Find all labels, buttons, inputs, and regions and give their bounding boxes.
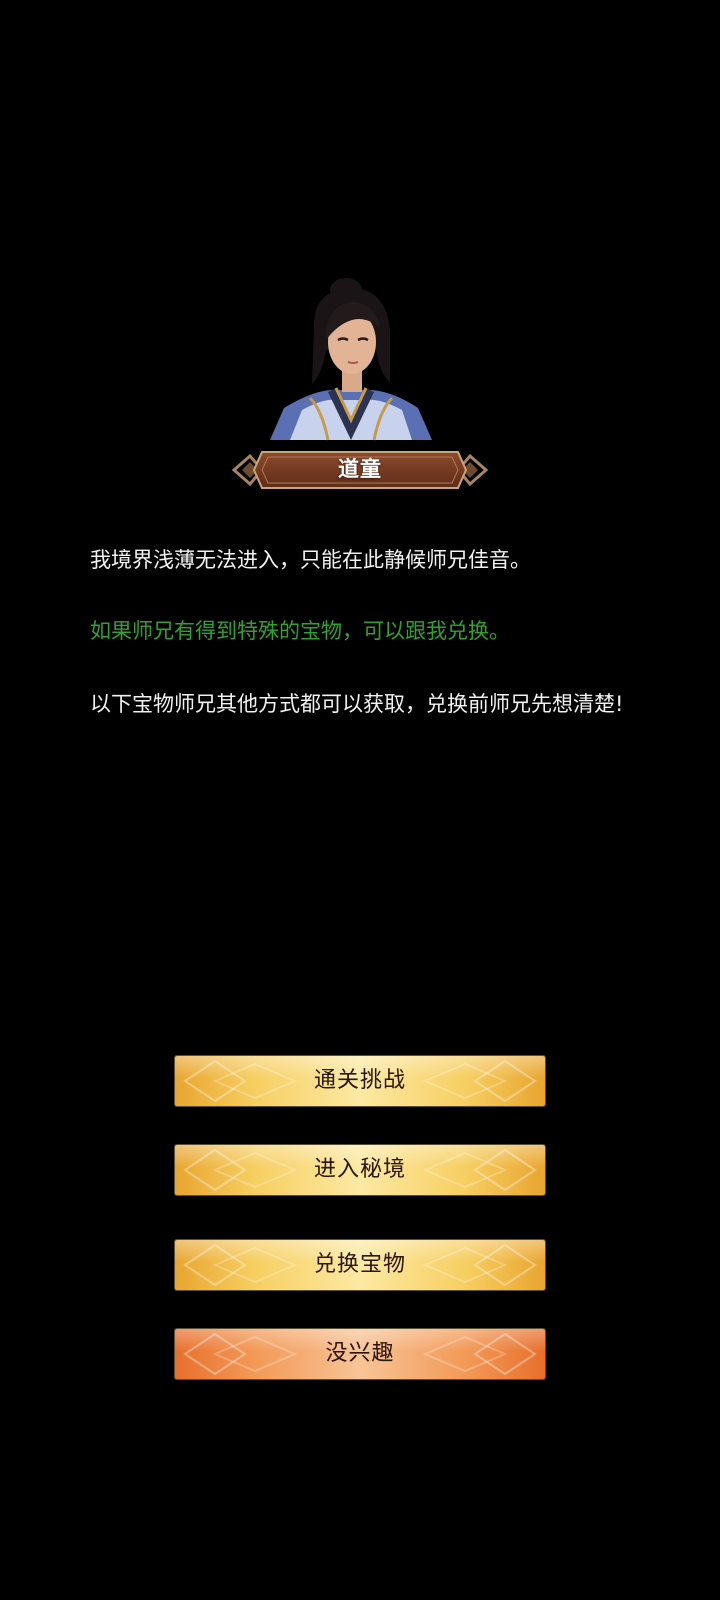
option-button-challenge[interactable]: 通关挑战 xyxy=(175,1056,545,1106)
option-button-enter-realm[interactable]: 进入秘境 xyxy=(175,1145,545,1195)
npc-portrait xyxy=(262,270,440,450)
option-button-not-interested[interactable]: 没兴趣 xyxy=(175,1329,545,1379)
option-button-exchange-treasure[interactable]: 兑换宝物 xyxy=(175,1240,545,1290)
dialogue-line-3: 以下宝物师兄其他方式都可以获取，兑换前师兄先想清楚! xyxy=(90,692,624,716)
young-taoist-portrait-icon xyxy=(270,278,432,441)
dialogue-line-1: 我境界浅薄无法进入，只能在此静候师兄佳音。 xyxy=(90,548,531,572)
option-label: 没兴趣 xyxy=(325,1341,395,1366)
option-label: 兑换宝物 xyxy=(313,1252,406,1277)
option-label: 进入秘境 xyxy=(313,1157,406,1182)
npc-nameplate: 道童 xyxy=(232,444,488,496)
dialogue-line-2-highlight: 如果师兄有得到特殊的宝物，可以跟我兑换。 xyxy=(90,619,510,643)
npc-name: 道童 xyxy=(338,457,382,481)
option-label: 通关挑战 xyxy=(313,1068,406,1093)
